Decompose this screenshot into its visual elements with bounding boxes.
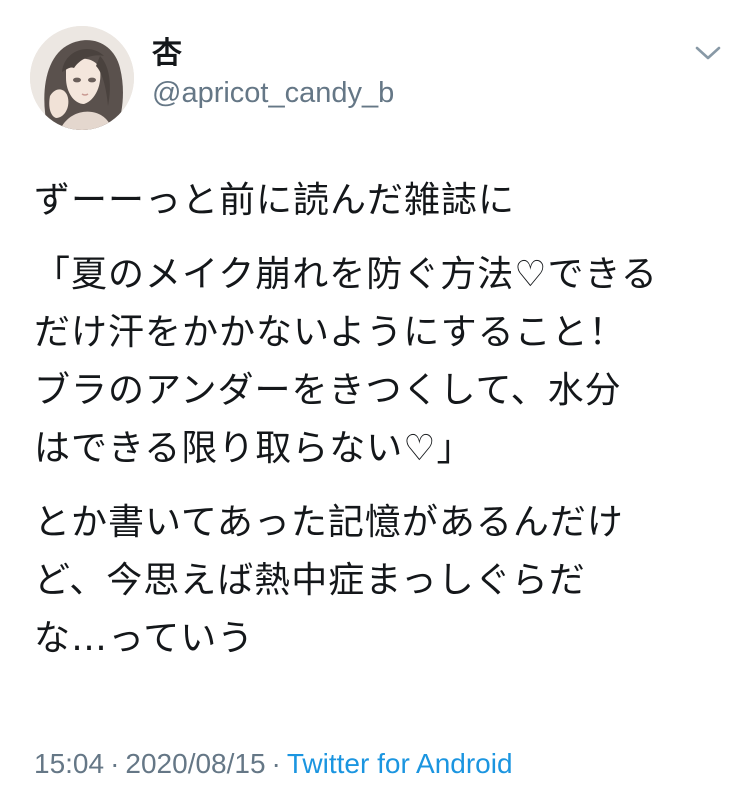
tweet-source-link[interactable]: Twitter for Android <box>287 748 513 779</box>
tweet: 杏 @apricot_candy_b ずーーっと前に読んだ雑誌に 「夏のメイク崩… <box>0 0 750 806</box>
tweet-line: な…っていう <box>34 618 255 659</box>
tweet-text: ずーーっと前に読んだ雑誌に 「夏のメイク崩れを防ぐ方法♡できる だけ汗をかかない… <box>34 172 734 668</box>
tweet-line: ブラのアンダーをきつくして、水分 <box>34 370 622 411</box>
chevron-down-icon <box>695 46 721 60</box>
tweet-meta: 15:04 · 2020/08/15 · Twitter for Android <box>34 744 513 784</box>
avatar-illustration-icon <box>30 26 134 130</box>
meta-separator: · <box>271 748 281 779</box>
tweet-paragraph-1: ずーーっと前に読んだ雑誌に <box>34 172 734 230</box>
tweet-line: とか書いてあった記憶があるんだけ <box>34 502 624 543</box>
tweet-line: 「夏のメイク崩れを防ぐ方法♡できる <box>34 254 658 295</box>
tweet-paragraph-2: 「夏のメイク崩れを防ぐ方法♡できる だけ汗をかかないようにすること！ ブラのアン… <box>34 246 734 478</box>
tweet-paragraph-3: とか書いてあった記憶があるんだけ ど、今思えば熱中症まっしぐらだ な…っていう <box>34 494 734 668</box>
tweet-time[interactable]: 15:04 <box>34 748 104 779</box>
tweet-date[interactable]: 2020/08/15 <box>125 748 265 779</box>
tweet-menu-button[interactable] <box>688 36 728 70</box>
display-name[interactable]: 杏 <box>152 36 182 72</box>
meta-separator: · <box>110 748 120 779</box>
tweet-line: ど、今思えば熱中症まっしぐらだ <box>34 560 586 601</box>
tweet-line: はできる限り取らない♡」 <box>34 428 474 469</box>
tweet-line: だけ汗をかかないようにすること！ <box>34 312 626 353</box>
user-handle[interactable]: @apricot_candy_b <box>152 76 394 110</box>
tweet-line: ずーーっと前に読んだ雑誌に <box>34 180 516 221</box>
avatar[interactable] <box>30 26 134 130</box>
